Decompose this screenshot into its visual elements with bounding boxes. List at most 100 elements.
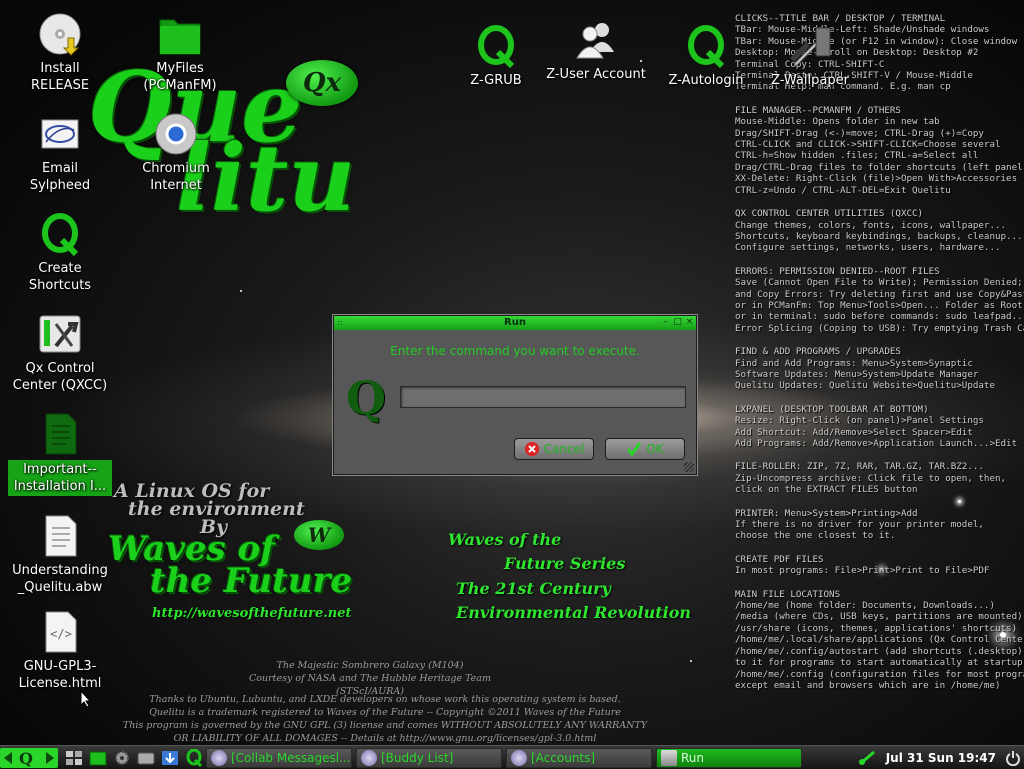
run-dialog-titlebar[interactable]: :: Run – □ × xyxy=(334,316,696,330)
network-tray-icon[interactable] xyxy=(854,748,880,768)
quelitu-launcher[interactable] xyxy=(182,748,206,768)
clock[interactable]: Jul 31 Sun 19:47 xyxy=(886,751,996,765)
task-label: Run xyxy=(681,750,705,765)
help-section: ERRORS: PERMISSION DENIED--ROOT FILES Sav… xyxy=(735,266,1024,334)
menu-button[interactable]: Q xyxy=(0,747,58,768)
help-section-title: MAIN FILE LOCATIONS xyxy=(735,588,841,600)
task-run[interactable]: Run xyxy=(656,747,802,768)
task-accounts[interactable]: [Accounts] xyxy=(506,747,652,768)
star xyxy=(240,290,242,292)
task-label: [Buddy List] xyxy=(381,750,454,765)
desktop-icon-zgrub[interactable]: Z-GRUB xyxy=(444,24,548,89)
help-line: Add Programs: Add/Remove>Application Lau… xyxy=(735,438,1018,449)
settings-launcher[interactable] xyxy=(110,748,134,768)
power-button[interactable] xyxy=(1002,748,1024,768)
help-line: Change themes, colors, fonts, icons, wal… xyxy=(735,219,1007,231)
task-buddy-list[interactable]: [Buddy List] xyxy=(356,747,502,768)
desktop-icon-chromium[interactable]: Chromium Internet xyxy=(124,112,228,194)
wotf-line2: the Future xyxy=(150,561,353,601)
desktop-icon-label: GNU-GPL3- License.html xyxy=(18,659,102,691)
task-collab-messages[interactable]: [Collab Messagesl... xyxy=(206,747,352,768)
help-line: Save (Cannot Open File to Write); Permis… xyxy=(735,277,1023,289)
help-line: Drag/CTRL-Drag files to folder shortcuts… xyxy=(735,161,1024,173)
desktop-icon-label: Z-User Account xyxy=(546,67,646,82)
show-desktop-icon xyxy=(66,750,82,765)
help-section: PRINTER: Menu>System>Printing>Add If ther… xyxy=(735,508,1024,542)
folder-icon xyxy=(89,751,107,765)
power-icon xyxy=(1006,750,1020,766)
quelitu-q-icon: Q xyxy=(346,371,387,425)
desktop[interactable]: Que litu Qx A Linux OS for the environme… xyxy=(0,0,1024,745)
q-icon xyxy=(38,212,82,257)
desktop-icon-zwallpaper[interactable]: Z-Wallpaper xyxy=(758,24,862,89)
help-section: FIND & ADD PROGRAMS / UPGRADES Find and A… xyxy=(735,346,1024,392)
desktop-icon-qxcc[interactable]: Qx Control Center (QXCC) xyxy=(8,312,112,394)
minimize-button[interactable]: – xyxy=(661,318,670,327)
help-line: CTRL-CLICK and CLICK->SHIFT-CLICK=Choose… xyxy=(735,139,1001,151)
help-line: or in terminal: sudo before commands: su… xyxy=(735,311,1024,323)
legal-2: Quelitu is a trademark registered to Wav… xyxy=(149,707,621,718)
cancel-icon xyxy=(524,442,539,456)
help-section-title: CLICKS--TITLE BAR / DESKTOP / TERMINAL xyxy=(735,13,946,24)
file-manager-launcher[interactable] xyxy=(86,748,110,768)
run-dialog-title: Run xyxy=(504,317,526,328)
document-icon xyxy=(38,514,82,558)
desktop-icon-label: Create Shortcuts xyxy=(28,261,92,293)
q-icon xyxy=(684,24,728,69)
download-launcher[interactable] xyxy=(158,748,182,768)
help-line: choose the one closest to it. xyxy=(735,530,896,542)
q-icon xyxy=(474,24,518,69)
qx-badge: Qx xyxy=(286,60,358,106)
desktop-icon-myfiles[interactable]: MyFiles (PCManFM) xyxy=(128,12,232,94)
desktop-icon-zautologin[interactable]: Z-Autologin xyxy=(654,24,758,89)
legal-1: Thanks to Ubuntu, Lubuntu, and LXDE deve… xyxy=(149,694,621,705)
help-line: or in PCManFm: Top Menu>Tools>Open... Fo… xyxy=(735,299,1023,311)
help-line: to it for programs to start automaticall… xyxy=(735,657,1023,669)
desktop-icon-label: Z-GRUB xyxy=(470,73,522,88)
help-section: FILE MANAGER--PCMANFM / OTHERS Mouse-Midd… xyxy=(735,105,1024,196)
help-line: If there is no driver for your printer m… xyxy=(735,519,984,531)
desktop-icon-important[interactable]: Important-- Installation I... xyxy=(8,412,112,496)
desktop-icon-label: Install RELEASE xyxy=(30,61,90,93)
desktop-icon-zuser[interactable]: Z-User Account xyxy=(544,18,648,83)
html-file-icon: </> xyxy=(38,610,82,654)
qx-badge-text: Qx xyxy=(302,68,342,98)
resize-grip[interactable] xyxy=(684,462,694,472)
wrench-icon xyxy=(38,312,82,356)
w-badge-text: W xyxy=(307,523,331,547)
help-line: Drag/SHIFT-Drag (<-)=move; CTRL-Drag (+)… xyxy=(735,127,984,139)
help-line: and Copy Errors: Try deleting first and … xyxy=(735,288,1024,300)
command-input[interactable] xyxy=(400,386,686,408)
help-line: Zip-Uncompress archive: Click file to op… xyxy=(735,472,1007,484)
help-section-title: LXPANEL (DESKTOP TOOLBAR AT BOTTOM) xyxy=(735,403,929,415)
legal-4: OR LIABILITY OF ALL DOMAGES -- Details a… xyxy=(173,733,597,744)
cancel-button-label: Cancel xyxy=(543,442,585,456)
help-section: FILE-ROLLER: ZIP, 7Z, RAR, TAR.GZ, TAR.B… xyxy=(735,461,1024,495)
cancel-button[interactable]: Cancel xyxy=(514,438,594,460)
ok-button-label: OK xyxy=(646,442,664,456)
desktop-icon-gpl[interactable]: </> GNU-GPL3- License.html xyxy=(8,610,112,692)
task-label: [Accounts] xyxy=(531,750,596,765)
maximize-button[interactable]: □ xyxy=(673,318,682,327)
help-section-title: PRINTER: Menu>System>Printing>Add xyxy=(735,507,918,519)
desktop-icon-create-shortcuts[interactable]: Create Shortcuts xyxy=(8,212,112,294)
help-section: LXPANEL (DESKTOP TOOLBAR AT BOTTOM) Resiz… xyxy=(735,404,1024,450)
ok-button[interactable]: OK xyxy=(605,438,685,460)
desktop-icon-email[interactable]: Email Sylpheed xyxy=(8,112,112,194)
desktop-icon-understanding[interactable]: Understanding _Quelitu.abw xyxy=(8,514,112,596)
help-line: Shortcuts, keyboard keybindings, backups… xyxy=(735,230,1023,242)
help-line: In most programs: File>Print>Print to Fi… xyxy=(735,565,990,577)
show-desktop-button[interactable] xyxy=(62,748,86,768)
drive-launcher[interactable] xyxy=(134,748,158,768)
help-section: CREATE PDF FILES In most programs: File>P… xyxy=(735,554,1024,577)
help-line: click on the EXTRACT FILES button xyxy=(735,484,918,496)
download-icon xyxy=(162,750,178,765)
help-section-title: QX CONTROL CENTER UTILITIES (QXCC) xyxy=(735,208,924,220)
close-button[interactable]: × xyxy=(685,318,694,327)
desktop-icon-install-release[interactable]: Install RELEASE xyxy=(8,12,112,94)
help-section: MAIN FILE LOCATIONS/home/me (home folder… xyxy=(735,589,1024,692)
website-url: http://wavesofthefuture.net xyxy=(152,606,352,621)
help-section: QX CONTROL CENTER UTILITIES (QXCC) Change… xyxy=(735,208,1024,254)
drive-icon xyxy=(137,752,155,764)
series-line4: Environmental Revolution xyxy=(456,603,692,622)
